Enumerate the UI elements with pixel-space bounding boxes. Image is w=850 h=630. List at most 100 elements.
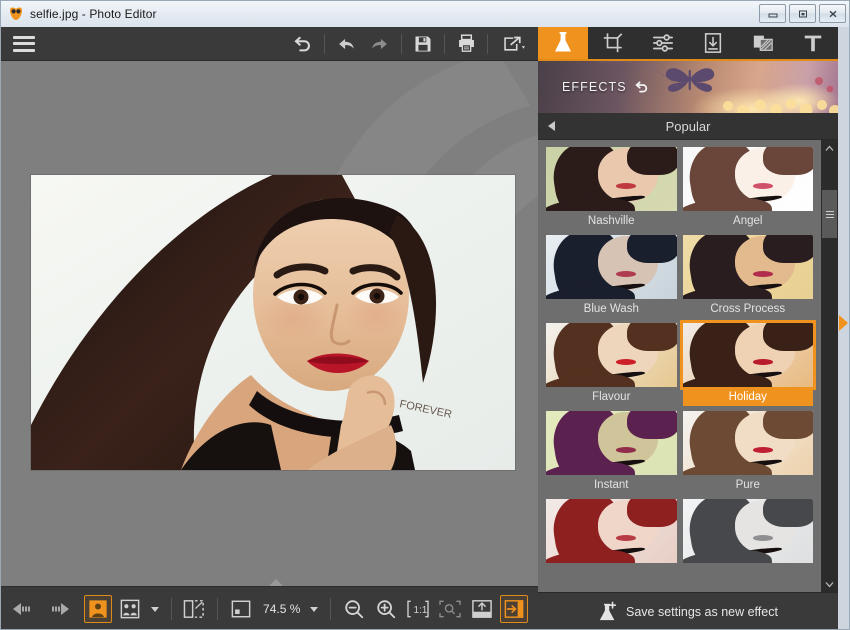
previous-image-button[interactable] [11,595,39,623]
tab-adjust[interactable] [638,27,688,59]
fit-window-button[interactable] [227,595,255,623]
effect-item[interactable]: Nashville [543,147,680,235]
zoom-level-value: 74.5 % [263,602,301,616]
category-title: Popular [665,118,711,134]
zoom-level-dropdown[interactable] [307,595,321,623]
effect-item[interactable]: Holiday [679,320,817,411]
effect-name: Pure [735,479,760,491]
effects-scrollbar[interactable] [821,140,838,592]
save-effect-bar[interactable]: Save settings as new effect [538,592,838,629]
canvas-collapse-caret-icon[interactable] [269,579,283,586]
effect-item[interactable]: Instant [543,411,680,499]
effect-thumbnail[interactable] [546,323,677,387]
effect-thumbnail[interactable] [546,411,677,475]
effect-item[interactable]: Angel [680,147,817,235]
zoom-out-button[interactable] [340,595,368,623]
fit-screen-button[interactable] [436,595,464,623]
reset-arrow-icon[interactable] [634,79,650,95]
compare-view-dropdown[interactable] [148,595,162,623]
text-t-icon [804,35,822,52]
image-canvas[interactable]: FOREVER [1,61,538,586]
scrollbar-thumb[interactable] [822,190,837,238]
tab-overlay[interactable] [738,27,788,59]
upload-image-button[interactable] [468,595,496,623]
redo-button[interactable] [363,29,397,59]
chevron-down-icon [150,606,159,612]
effect-thumbnail[interactable] [682,235,813,299]
single-view-button[interactable] [83,595,112,623]
zoom-in-button[interactable] [372,595,400,623]
effect-thumbnail[interactable] [546,147,677,211]
sliders-icon [653,34,673,52]
effect-preview-image [546,499,677,563]
effect-name: Nashville [587,215,635,227]
effect-preview-image [546,323,677,387]
compare-view-button[interactable] [116,595,144,623]
photo-editor-window: selfie.jpg - Photo Editor FOREVER 74.5 %… [0,0,850,630]
export-image-button[interactable] [500,595,528,623]
actual-size-button[interactable]: 1:1 [404,595,432,623]
hamburger-menu-icon[interactable] [1,29,47,59]
chevron-down-icon [310,606,319,612]
toolbar-divider [401,33,402,54]
effect-thumbnail[interactable] [546,499,677,563]
effect-item[interactable]: Pure [680,411,817,499]
effect-thumbnail[interactable] [679,320,816,390]
svg-text:1:1: 1:1 [413,605,427,616]
effect-name: Holiday [682,387,813,406]
effect-preview-image [546,411,677,475]
title-bar: selfie.jpg - Photo Editor [1,1,849,27]
toolbar-divider [487,33,488,54]
category-header-popular[interactable]: Popular [538,113,838,140]
effect-preview-image [682,147,813,211]
collapse-panel-arrow-icon[interactable] [839,315,848,331]
photo-image[interactable]: FOREVER [31,175,515,470]
reset-button[interactable] [286,29,320,59]
effect-thumbnail[interactable] [682,411,813,475]
effect-name: Instant [593,479,629,491]
effect-preview-image [682,411,813,475]
tab-text[interactable] [788,27,838,59]
share-button[interactable] [492,29,538,59]
effects-list[interactable]: Nashville Angel Blue Wash Cross Process Flav… [538,140,821,592]
scroll-up-button[interactable] [821,140,838,156]
tab-crop[interactable] [588,27,638,59]
effect-item[interactable]: Flavour [543,323,680,411]
effect-thumbnail[interactable] [682,147,813,211]
save-button[interactable] [406,29,440,59]
flask-icon [555,32,571,52]
minimize-button[interactable] [759,4,786,23]
effect-item[interactable] [680,499,817,575]
tab-frame[interactable] [688,27,738,59]
effect-preview-image [682,499,813,563]
scroll-down-button[interactable] [821,576,838,592]
effect-name [546,563,677,570]
effect-item[interactable]: Blue Wash [543,235,680,323]
toolbar-divider [324,33,325,54]
save-effect-label: Save settings as new effect [626,605,778,619]
next-image-button[interactable] [43,595,71,623]
crop-icon [603,33,623,53]
close-button[interactable] [819,4,846,23]
tab-effects[interactable] [538,27,588,59]
effect-item[interactable]: Cross Process [680,235,817,323]
bottom-toolbar: 74.5 % 1:1 [1,586,538,629]
main-toolbar [1,27,538,61]
undo-button[interactable] [329,29,363,59]
effect-item[interactable] [543,499,680,575]
flask-plus-icon [599,601,617,621]
effects-header: EFFECTS [538,61,838,113]
frame-icon [704,33,722,53]
effect-preview-image [682,235,813,299]
bottom-divider [217,598,219,620]
bottom-divider [170,598,172,620]
effects-title: EFFECTS [562,80,627,94]
split-view-button[interactable] [180,595,208,623]
scrollbar-track[interactable] [821,156,838,576]
restore-button[interactable] [789,4,816,23]
effect-preview-image [682,323,813,387]
effect-thumbnail[interactable] [546,235,677,299]
print-button[interactable] [449,29,483,59]
effect-thumbnail[interactable] [682,499,813,563]
collapse-triangle-icon [548,121,555,131]
